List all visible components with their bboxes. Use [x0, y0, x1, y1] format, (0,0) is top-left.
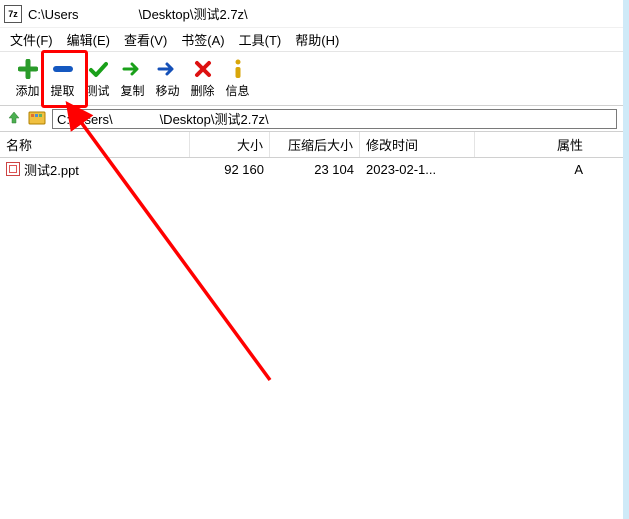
info-label: 信息: [225, 82, 249, 99]
archive-icon: [28, 109, 46, 128]
pathbar: [0, 106, 623, 132]
test-label: 测试: [85, 82, 109, 99]
check-icon: [88, 58, 108, 80]
menubar: 文件(F) 编辑(E) 查看(V) 书签(A) 工具(T) 帮助(H): [0, 28, 623, 52]
path-input[interactable]: [52, 109, 617, 129]
menu-bookmarks[interactable]: 书签(A): [181, 30, 224, 49]
menu-view[interactable]: 查看(V): [124, 30, 167, 49]
titlebar: 7z C:\Users\Desktop\测试2.7z\: [0, 0, 623, 28]
up-folder-icon[interactable]: [6, 109, 22, 128]
app-icon: 7z: [4, 5, 22, 23]
redacted-user: [79, 10, 139, 21]
copy-arrow-icon: [122, 58, 144, 80]
file-modified: 2023-02-1...: [360, 162, 475, 177]
plus-icon: [18, 58, 38, 80]
extract-label: 提取: [50, 82, 74, 99]
window-title: C:\Users\Desktop\测试2.7z\: [28, 4, 248, 23]
col-date[interactable]: 修改时间: [360, 132, 475, 157]
file-attr: A: [475, 162, 623, 177]
menu-help[interactable]: 帮助(H): [295, 30, 339, 49]
menu-file[interactable]: 文件(F): [10, 30, 53, 49]
info-button[interactable]: 信息: [220, 56, 255, 101]
minus-icon: [53, 58, 73, 80]
cross-icon: [193, 58, 213, 80]
copy-button[interactable]: 复制: [115, 56, 150, 101]
column-headers: 名称 大小 压缩后大小 修改时间 属性: [0, 132, 623, 158]
move-label: 移动: [155, 82, 179, 99]
add-button[interactable]: 添加: [10, 56, 45, 101]
delete-button[interactable]: 删除: [185, 56, 220, 101]
move-arrow-icon: [157, 58, 179, 80]
toolbar: 添加 提取 测试 复制 移动 删除 信息: [0, 52, 623, 106]
menu-tools[interactable]: 工具(T): [239, 30, 282, 49]
ppt-file-icon: [6, 162, 20, 176]
col-name[interactable]: 名称: [0, 132, 190, 157]
col-size[interactable]: 大小: [190, 132, 270, 157]
col-attr[interactable]: 属性: [475, 132, 623, 157]
extract-button[interactable]: 提取: [45, 56, 80, 101]
file-packed: 23 104: [270, 162, 360, 177]
menu-edit[interactable]: 编辑(E): [67, 30, 110, 49]
table-row[interactable]: 测试2.ppt 92 160 23 104 2023-02-1... A: [0, 158, 623, 180]
delete-label: 删除: [190, 82, 214, 99]
file-name: 测试2.ppt: [24, 160, 79, 179]
file-size: 92 160: [190, 162, 270, 177]
copy-label: 复制: [120, 82, 144, 99]
info-icon: [229, 58, 247, 80]
move-button[interactable]: 移动: [150, 56, 185, 101]
add-label: 添加: [15, 82, 39, 99]
col-packed[interactable]: 压缩后大小: [270, 132, 360, 157]
test-button[interactable]: 测试: [80, 56, 115, 101]
file-list: 测试2.ppt 92 160 23 104 2023-02-1... A: [0, 158, 623, 519]
